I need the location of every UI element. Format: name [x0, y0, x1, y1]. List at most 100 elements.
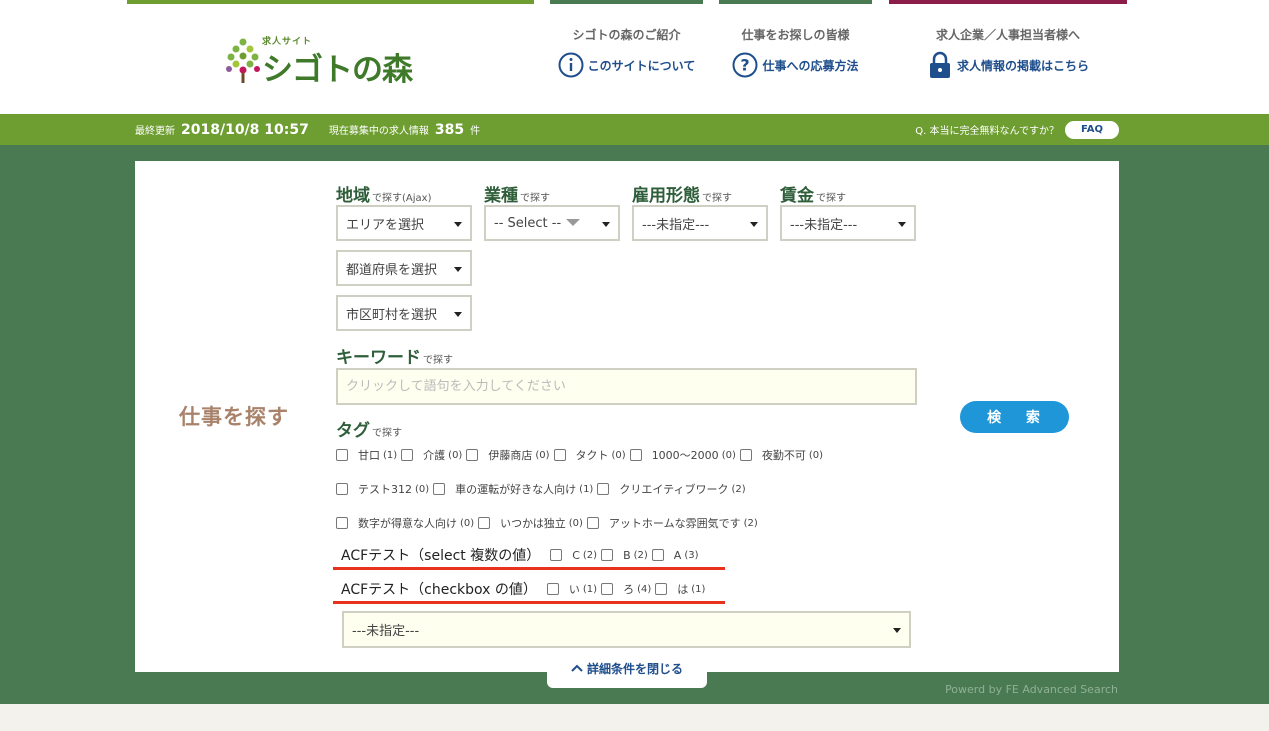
checkbox[interactable] [336, 449, 348, 461]
checkbox[interactable] [601, 583, 614, 595]
employment-select[interactable]: ---未指定--- [632, 205, 768, 241]
nav-link-about[interactable]: このサイトについて [550, 52, 703, 78]
checkbox[interactable] [739, 449, 752, 461]
tag-checkbox-item[interactable]: テスト312 (0) [336, 481, 429, 497]
wage-select[interactable]: ---未指定--- [780, 205, 916, 241]
tag-checkbox-item[interactable]: 数字が得意な人向け (0) [336, 515, 474, 531]
search-button[interactable]: 検 索 [960, 401, 1069, 433]
checkbox[interactable] [553, 449, 566, 461]
section-title: 仕事を探す [179, 405, 289, 429]
option-count: (2) [633, 549, 648, 561]
tag-checkbox-item[interactable]: 車の運転が好きな人向け (1) [433, 481, 593, 497]
checkbox[interactable] [336, 517, 348, 529]
acf-select-label: ACFテスト（select 複数の値） [341, 548, 541, 564]
powered-by: Powerd by FE Advanced Search [945, 683, 1118, 696]
acf-option[interactable]: C (2) [550, 549, 597, 562]
tag-count: (0) [611, 449, 626, 461]
checkbox[interactable] [651, 549, 664, 561]
acf-option[interactable]: B (2) [601, 549, 648, 562]
checkbox[interactable] [336, 483, 348, 495]
checkbox[interactable] [601, 549, 614, 561]
tag-checkbox-item[interactable]: タクト (0) [553, 447, 626, 463]
checkbox[interactable] [629, 449, 642, 461]
chevron-down-icon [750, 222, 758, 227]
header-accent-bar [889, 0, 1127, 4]
acf-option[interactable]: は (1) [655, 581, 705, 597]
acf-extra-select[interactable]: ---未指定--- [342, 611, 911, 648]
site-logo[interactable]: 求人サイト シゴトの森 [226, 34, 436, 88]
tag-name: 夜勤不可 [761, 449, 806, 462]
checkbox[interactable] [586, 517, 599, 529]
acf-option[interactable]: い (1) [546, 581, 598, 597]
tag-count: (0) [535, 449, 550, 461]
select-value: 市区町村を選択 [346, 307, 438, 323]
tag-checkbox-item[interactable]: 夜勤不可 (0) [739, 447, 823, 463]
tag-count: (0) [460, 517, 475, 529]
tag-count: (2) [731, 483, 746, 495]
faq-question[interactable]: Q. 本当に完全無料なんですか？ [915, 122, 1059, 137]
tree-logo-icon [226, 38, 260, 83]
nav-link-employer[interactable]: 求人情報の掲載はこちら [889, 51, 1127, 78]
nav-about: シゴトの森のご紹介 このサイトについて [550, 26, 703, 78]
select-value: 都道府県を選択 [346, 262, 438, 278]
question-icon: ? [732, 52, 758, 78]
tag-checkbox-item[interactable]: クリエイティブワーク (2) [597, 481, 746, 497]
industry-select[interactable]: -- Select -- [484, 205, 620, 241]
site-header: 求人サイト シゴトの森 シゴトの森のご紹介 このサイトについて 仕事をお探しの皆… [0, 0, 1269, 114]
tag-checkbox-item[interactable]: 1000〜2000 (0) [629, 447, 736, 463]
tag-checkbox-item[interactable]: 甘口 (1) [336, 447, 397, 463]
chevron-down-icon [454, 267, 462, 272]
acf-select-row: ACFテスト（select 複数の値） C (2) B (2) A (3) [336, 545, 703, 565]
acf-option[interactable]: A (3) [651, 549, 699, 562]
select-value: -- Select -- [494, 215, 562, 231]
header-accent-bar [127, 0, 534, 4]
checkbox[interactable] [466, 449, 479, 461]
tag-name: 介護 [423, 449, 446, 462]
nav-link-label: 仕事への応募方法 [762, 58, 859, 73]
tag-checkbox-item[interactable]: 伊藤商店 (0) [466, 447, 550, 463]
select-value: ---未指定--- [642, 217, 710, 233]
faq-button[interactable]: FAQ [1065, 120, 1119, 139]
tag-name: 数字が得意な人向け [358, 517, 457, 530]
prefecture-select[interactable]: 都道府県を選択 [336, 250, 472, 286]
nav-title: シゴトの森のご紹介 [572, 28, 681, 42]
label-text: 業種 [484, 186, 518, 206]
area-select[interactable]: エリアを選択 [336, 205, 472, 241]
count-label: 現在募集中の求人情報 [328, 126, 429, 137]
label-text: 地域 [336, 186, 370, 206]
chevron-down-icon [454, 312, 462, 317]
chevron-down-icon [893, 628, 901, 633]
nav-link-apply[interactable]: ? 仕事への応募方法 [719, 52, 872, 78]
label-sub: で探す [702, 193, 732, 204]
keyword-label: キーワード で探す [336, 343, 453, 368]
checkbox[interactable] [433, 483, 446, 495]
tag-label: タグ で探す [336, 416, 402, 441]
checkbox[interactable] [478, 517, 491, 529]
tag-name: テスト312 [358, 483, 412, 496]
info-icon [558, 52, 584, 78]
checkbox[interactable] [401, 449, 414, 461]
option-count: (4) [637, 583, 652, 595]
updated-label: 最終更新 [135, 126, 175, 137]
acf-options: C (2) B (2) A (3) [550, 549, 702, 562]
city-select[interactable]: 市区町村を選択 [336, 295, 472, 331]
checkbox[interactable] [597, 483, 610, 495]
acf-option[interactable]: ろ (4) [601, 581, 651, 597]
tag-checkbox-item[interactable]: アットホームな雰囲気です (2) [586, 515, 758, 531]
tag-name: いつかは独立 [500, 517, 566, 530]
option-name: は [677, 583, 689, 596]
label-sub: で探す [520, 193, 550, 204]
tag-checkbox-item[interactable]: いつかは独立 (0) [478, 515, 583, 531]
tag-name: 伊藤商店 [488, 449, 533, 462]
keyword-input[interactable] [336, 368, 917, 405]
main-area: 仕事を探す 地域 で探す(Ajax) 業種 で探す 雇用形態 で探す 賃金 で探… [0, 145, 1269, 704]
checkbox[interactable] [655, 583, 668, 595]
checkbox[interactable] [550, 549, 563, 561]
info-bar: 最終更新 2018/10/8 10:57 現在募集中の求人情報 385 件 Q.… [0, 114, 1269, 145]
close-details-button[interactable]: 詳細条件を閉じる [547, 648, 707, 688]
tag-row: 数字が得意な人向け (0) いつかは独立 (0) アットホームな雰囲気です (2) [336, 515, 762, 531]
option-count: (1) [582, 583, 598, 595]
checkbox[interactable] [546, 583, 559, 595]
tag-checkbox-item[interactable]: 介護 (0) [401, 447, 462, 463]
tag-name: 1000〜2000 [651, 449, 719, 462]
